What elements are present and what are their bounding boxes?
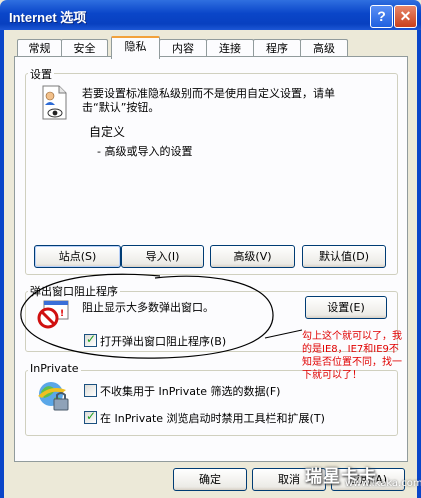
- window-frame-right: [417, 30, 421, 498]
- no-collect-checkbox[interactable]: [84, 384, 97, 397]
- window-title: Internet 选项: [9, 10, 87, 25]
- inprivate-icon: [36, 378, 70, 412]
- tab-programs[interactable]: 程序: [253, 39, 301, 57]
- disable-toolbars-label[interactable]: 在 InPrivate 浏览启动时禁用工具栏和扩展(T): [100, 410, 325, 426]
- watermark-url: www.ikaka.com: [345, 478, 421, 489]
- popup-settings-button[interactable]: 设置(E): [305, 296, 387, 319]
- checkmark-icon: ✓: [86, 409, 97, 423]
- privacy-document-icon: [40, 85, 70, 121]
- sites-button[interactable]: 站点(S): [34, 245, 121, 268]
- no-collect-label[interactable]: 不收集用于 InPrivate 筛选的数据(F): [100, 383, 280, 399]
- tab-general[interactable]: 常规: [17, 39, 62, 57]
- privacy-level-title: 自定义: [89, 125, 126, 139]
- tab-advanced[interactable]: 高级: [300, 39, 348, 57]
- tab-connections[interactable]: 连接: [206, 39, 254, 57]
- window-frame-left: [0, 30, 4, 498]
- privacy-level-detail: - 高级或导入的设置: [97, 145, 193, 158]
- default-button[interactable]: 默认值(D): [302, 245, 386, 268]
- disable-toolbars-checkbox[interactable]: ✓: [84, 409, 97, 424]
- ok-button[interactable]: 确定: [173, 468, 247, 491]
- tab-security[interactable]: 安全: [61, 39, 108, 57]
- help-button[interactable]: ?: [370, 5, 393, 28]
- annotation-note: 勾上这个就可以了，我的是IE8，IE7和IE9不知是否位置不同，找一下就可以了！: [302, 331, 402, 381]
- import-button[interactable]: 导入(I): [121, 245, 204, 268]
- annotation-circle: [20, 273, 303, 359]
- settings-description-line2: 击“默认”按钮。: [82, 101, 160, 114]
- tab-content[interactable]: 内容: [159, 39, 207, 57]
- settings-legend: 设置: [28, 66, 54, 82]
- close-button[interactable]: ✕: [394, 5, 417, 28]
- advanced-button[interactable]: 高级(V): [210, 245, 295, 268]
- tab-privacy[interactable]: 隐私: [111, 36, 160, 59]
